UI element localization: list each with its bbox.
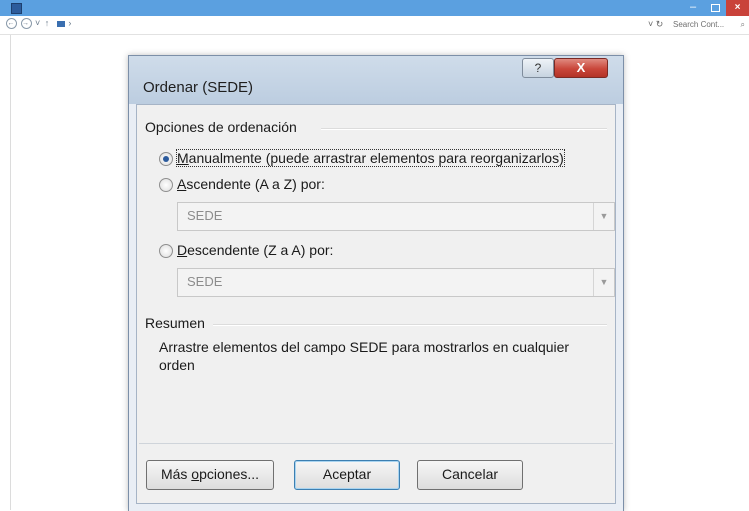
sort-options-group-label: Opciones de ordenación <box>145 119 297 135</box>
search-icon: ⌕ <box>740 20 745 29</box>
folder-icon <box>56 20 65 27</box>
chevron-down-icon: ▼ <box>593 203 614 230</box>
summary-group-label: Resumen <box>145 315 205 331</box>
breadcrumb-chevron-icon[interactable]: › <box>68 18 72 28</box>
forward-icon[interactable]: → <box>20 18 32 30</box>
radio-button[interactable] <box>159 178 173 192</box>
minimize-button[interactable]: – <box>682 0 704 16</box>
dialog-content: Opciones de ordenación Manualmente (pued… <box>136 104 616 504</box>
explorer-title-bar: – × <box>0 0 749 16</box>
navigation-pane <box>0 35 11 510</box>
window-close-button[interactable]: × <box>726 0 749 16</box>
accept-button[interactable]: Aceptar <box>294 460 400 490</box>
dialog-title-bar: Ordenar (SEDE) ? X <box>129 56 623 104</box>
back-icon[interactable]: ← <box>6 18 17 30</box>
radio-ascending-label[interactable]: Ascendente (A a Z) por: <box>177 176 325 192</box>
navigation-buttons[interactable]: ← → ˅ ↑ › <box>6 18 72 30</box>
address-bar: ← → ˅ ↑ › ˅ ↻ Search Cont... ⌕ <box>0 16 749 35</box>
cancel-button[interactable]: Cancelar <box>417 460 523 490</box>
up-icon[interactable]: ˅ ↑ <box>35 18 50 28</box>
ascending-field-select: SEDE ▼ <box>177 202 615 231</box>
chevron-down-icon: ▼ <box>593 269 614 296</box>
radio-manual-label[interactable]: Manualmente (puede arrastrar elementos p… <box>176 149 565 167</box>
maximize-button[interactable] <box>704 0 726 16</box>
dialog-title: Ordenar (SEDE) <box>143 79 254 96</box>
sort-dialog: Ordenar (SEDE) ? X Opciones de ordenació… <box>128 55 624 511</box>
radio-descending-label[interactable]: Descendente (Z a A) por: <box>177 242 333 258</box>
radio-button-checked[interactable] <box>159 152 173 166</box>
radio-button[interactable] <box>159 244 173 258</box>
ascending-field-value: SEDE <box>187 208 223 223</box>
refresh-button[interactable]: ˅ ↻ <box>648 19 663 30</box>
more-options-button[interactable]: Más opciones... <box>146 460 274 490</box>
help-button[interactable]: ? <box>522 58 554 78</box>
explorer-app-icon <box>11 3 22 14</box>
button-separator <box>139 443 613 444</box>
summary-text: Arrastre elementos del campo SEDE para m… <box>159 339 570 373</box>
group-divider <box>321 128 607 130</box>
search-input[interactable]: Search Cont... ⌕ <box>673 18 747 31</box>
descending-field-value: SEDE <box>187 274 223 289</box>
group-divider <box>213 324 607 326</box>
dialog-close-button[interactable]: X <box>554 58 608 78</box>
maximize-icon <box>710 4 720 12</box>
descending-field-select: SEDE ▼ <box>177 268 615 297</box>
search-placeholder: Search Cont... <box>673 20 725 29</box>
